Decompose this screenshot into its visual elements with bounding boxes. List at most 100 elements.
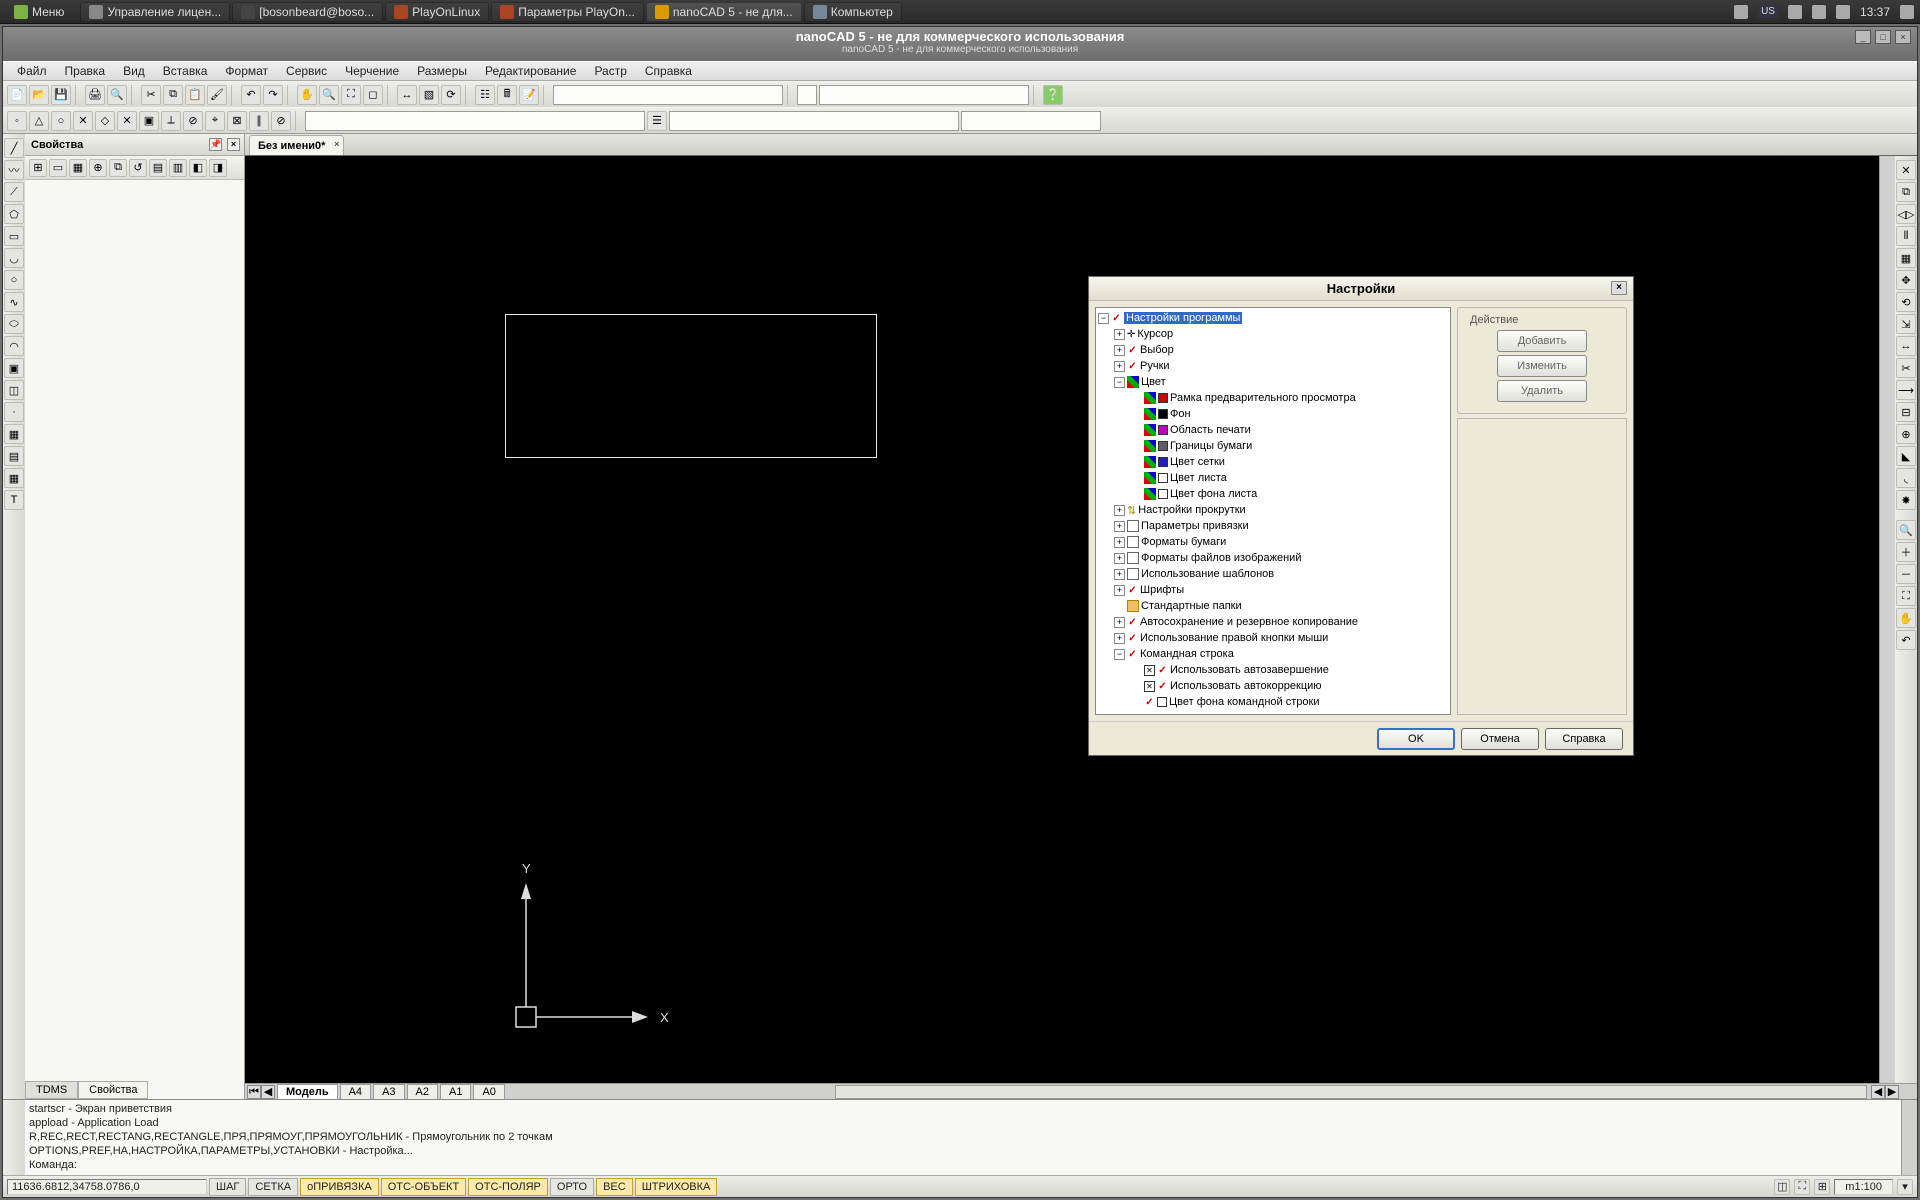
menu-item[interactable]: Правка xyxy=(57,62,114,80)
snap-end-icon[interactable]: ◦ xyxy=(7,111,27,131)
status-polar[interactable]: ОТС-ПОЛЯР xyxy=(468,1178,548,1196)
snap-ins-icon[interactable]: ▣ xyxy=(139,111,159,131)
tree-node[interactable]: Командная строка xyxy=(1140,648,1234,660)
tree-expander-icon[interactable]: − xyxy=(1098,313,1109,324)
tree-expander-icon[interactable]: + xyxy=(1114,345,1125,356)
join-icon[interactable]: ⊕ xyxy=(1896,424,1916,444)
command-output[interactable]: startscr - Экран приветствия appload - A… xyxy=(25,1100,1901,1175)
checkbox[interactable]: ✕ xyxy=(1144,681,1155,692)
properties-body[interactable] xyxy=(25,180,244,1099)
minimize-button[interactable]: _ xyxy=(1855,30,1871,44)
keyboard-layout[interactable]: US xyxy=(1758,5,1778,18)
menu-item[interactable]: Вставка xyxy=(155,62,216,80)
tree-node[interactable]: Автосохранение и резервное копирование xyxy=(1140,616,1358,628)
sheet-tab[interactable]: A0 xyxy=(473,1084,504,1100)
dock-tab-properties[interactable]: Свойства xyxy=(78,1081,148,1099)
rectangle-icon[interactable]: ▭ xyxy=(4,226,24,246)
task-item[interactable]: nanoCAD 5 - не для... xyxy=(646,2,802,22)
zoom-window-icon[interactable]: ◻ xyxy=(363,85,383,105)
tree-expander-icon[interactable]: + xyxy=(1114,585,1125,596)
xline-icon[interactable]: ⟋ xyxy=(4,182,24,202)
tree-node[interactable]: Ручки xyxy=(1140,360,1170,372)
circle-icon[interactable]: ○ xyxy=(4,270,24,290)
zoom-window2-icon[interactable]: 🔍 xyxy=(1896,520,1916,540)
help-button[interactable]: Справка xyxy=(1545,728,1623,750)
color-swatch[interactable] xyxy=(1158,473,1168,483)
add-button[interactable]: Добавить xyxy=(1497,330,1587,352)
sheet-tab[interactable]: A1 xyxy=(440,1084,471,1100)
snap-none-icon[interactable]: ⊘ xyxy=(271,111,291,131)
zoom-icon[interactable]: 🔍 xyxy=(319,85,339,105)
snap-tan-icon[interactable]: ⊘ xyxy=(183,111,203,131)
status-ortho[interactable]: ОРТО xyxy=(550,1178,594,1196)
extend-icon[interactable]: ⟶ xyxy=(1896,380,1916,400)
tree-node[interactable]: Цвет листа xyxy=(1170,472,1227,484)
copy-icon[interactable]: ⧉ xyxy=(163,85,183,105)
tree-expander-icon[interactable]: − xyxy=(1114,377,1125,388)
area-icon[interactable]: ▧ xyxy=(419,85,439,105)
status-icon[interactable]: ▾ xyxy=(1897,1179,1913,1195)
settings-tree[interactable]: −Настройки программы +✛Курсор +Выбор +Ру… xyxy=(1095,307,1451,715)
tree-expander-icon[interactable]: + xyxy=(1114,329,1125,340)
ellipse-icon[interactable]: ⬭ xyxy=(4,314,24,334)
vertical-scrollbar[interactable] xyxy=(1879,156,1895,1083)
sheet-tab-model[interactable]: Модель xyxy=(277,1084,338,1100)
titlebar[interactable]: nanoCAD 5 - не для коммерческого использ… xyxy=(3,27,1917,61)
status-icon[interactable]: ⛶ xyxy=(1794,1179,1810,1195)
status-snap[interactable]: ШАГ xyxy=(209,1178,246,1196)
tree-node[interactable]: Настройки прокрутки xyxy=(1138,504,1246,516)
tree-node-root[interactable]: Настройки программы xyxy=(1124,312,1242,324)
prop-tool-icon[interactable]: ◧ xyxy=(189,159,207,177)
user-icon[interactable] xyxy=(1734,5,1748,19)
snap-cen-icon[interactable]: ○ xyxy=(51,111,71,131)
menu-item[interactable]: Черчение xyxy=(337,62,407,80)
tree-node[interactable]: Форматы бумаги xyxy=(1141,536,1226,548)
tree-node[interactable]: Использование шаблонов xyxy=(1141,568,1274,580)
close-button[interactable]: × xyxy=(1895,30,1911,44)
coordinate-display[interactable]: 11636.6812,34758.0786,0 xyxy=(7,1179,207,1195)
linetype-combo[interactable] xyxy=(819,85,1029,105)
menu-item[interactable]: Формат xyxy=(217,62,276,80)
menu-item[interactable]: Файл xyxy=(9,62,55,80)
zoom-out-icon[interactable]: － xyxy=(1896,564,1916,584)
file-tab-close-icon[interactable]: × xyxy=(334,139,339,149)
task-item[interactable]: Управление лицен... xyxy=(80,2,230,22)
layer-mgr-icon[interactable]: ☰ xyxy=(647,111,667,131)
open-icon[interactable]: 📂 xyxy=(29,85,49,105)
color-swatch[interactable] xyxy=(1158,393,1168,403)
dialog-close-icon[interactable]: × xyxy=(1611,281,1627,295)
match-icon[interactable]: 🖌 xyxy=(207,85,227,105)
array-icon[interactable]: ▦ xyxy=(1896,248,1916,268)
tree-expander-icon[interactable]: − xyxy=(1114,649,1125,660)
prop-tool-icon[interactable]: ▤ xyxy=(149,159,167,177)
redo-icon[interactable]: ↷ xyxy=(263,85,283,105)
stretch-icon[interactable]: ↔ xyxy=(1896,336,1916,356)
line-icon[interactable]: ╱ xyxy=(4,138,24,158)
scale-icon[interactable]: ⇲ xyxy=(1896,314,1916,334)
tree-node[interactable]: Цвет фона листа xyxy=(1170,488,1257,500)
ok-button[interactable]: OK xyxy=(1377,728,1455,750)
prop-tool-icon[interactable]: ◨ xyxy=(209,159,227,177)
prop-tool-icon[interactable]: ⊞ xyxy=(29,159,47,177)
sheet-scroll-first-icon[interactable]: ⏮ xyxy=(247,1085,261,1099)
tree-node[interactable]: Стандартные папки xyxy=(1141,600,1242,612)
snap-par-icon[interactable]: ∥ xyxy=(249,111,269,131)
file-tab[interactable]: Без имени0* × xyxy=(249,135,344,155)
tree-expander-icon[interactable]: + xyxy=(1114,361,1125,372)
sheet-tab[interactable]: A2 xyxy=(407,1084,438,1100)
save-icon[interactable]: 💾 xyxy=(51,85,71,105)
prop-tool-icon[interactable]: ▥ xyxy=(169,159,187,177)
arc-icon[interactable]: ◡ xyxy=(4,248,24,268)
sheet-scroll-right-icon[interactable]: ▶ xyxy=(1885,1085,1899,1099)
layer-state-combo[interactable] xyxy=(305,111,645,131)
clock[interactable]: 13:37 xyxy=(1860,5,1890,19)
status-grid[interactable]: СЕТКА xyxy=(248,1178,298,1196)
dock-tab-tdms[interactable]: TDMS xyxy=(25,1081,78,1099)
tree-expander-icon[interactable]: + xyxy=(1114,617,1125,628)
battery-icon[interactable] xyxy=(1836,5,1850,19)
pan2-icon[interactable]: ✋ xyxy=(1896,608,1916,628)
annotation-scale[interactable]: m1:100 xyxy=(1834,1179,1893,1195)
prop-tool-icon[interactable]: ▭ xyxy=(49,159,67,177)
prop-tool-icon[interactable]: ↺ xyxy=(129,159,147,177)
notepad-icon[interactable]: 📝 xyxy=(519,85,539,105)
